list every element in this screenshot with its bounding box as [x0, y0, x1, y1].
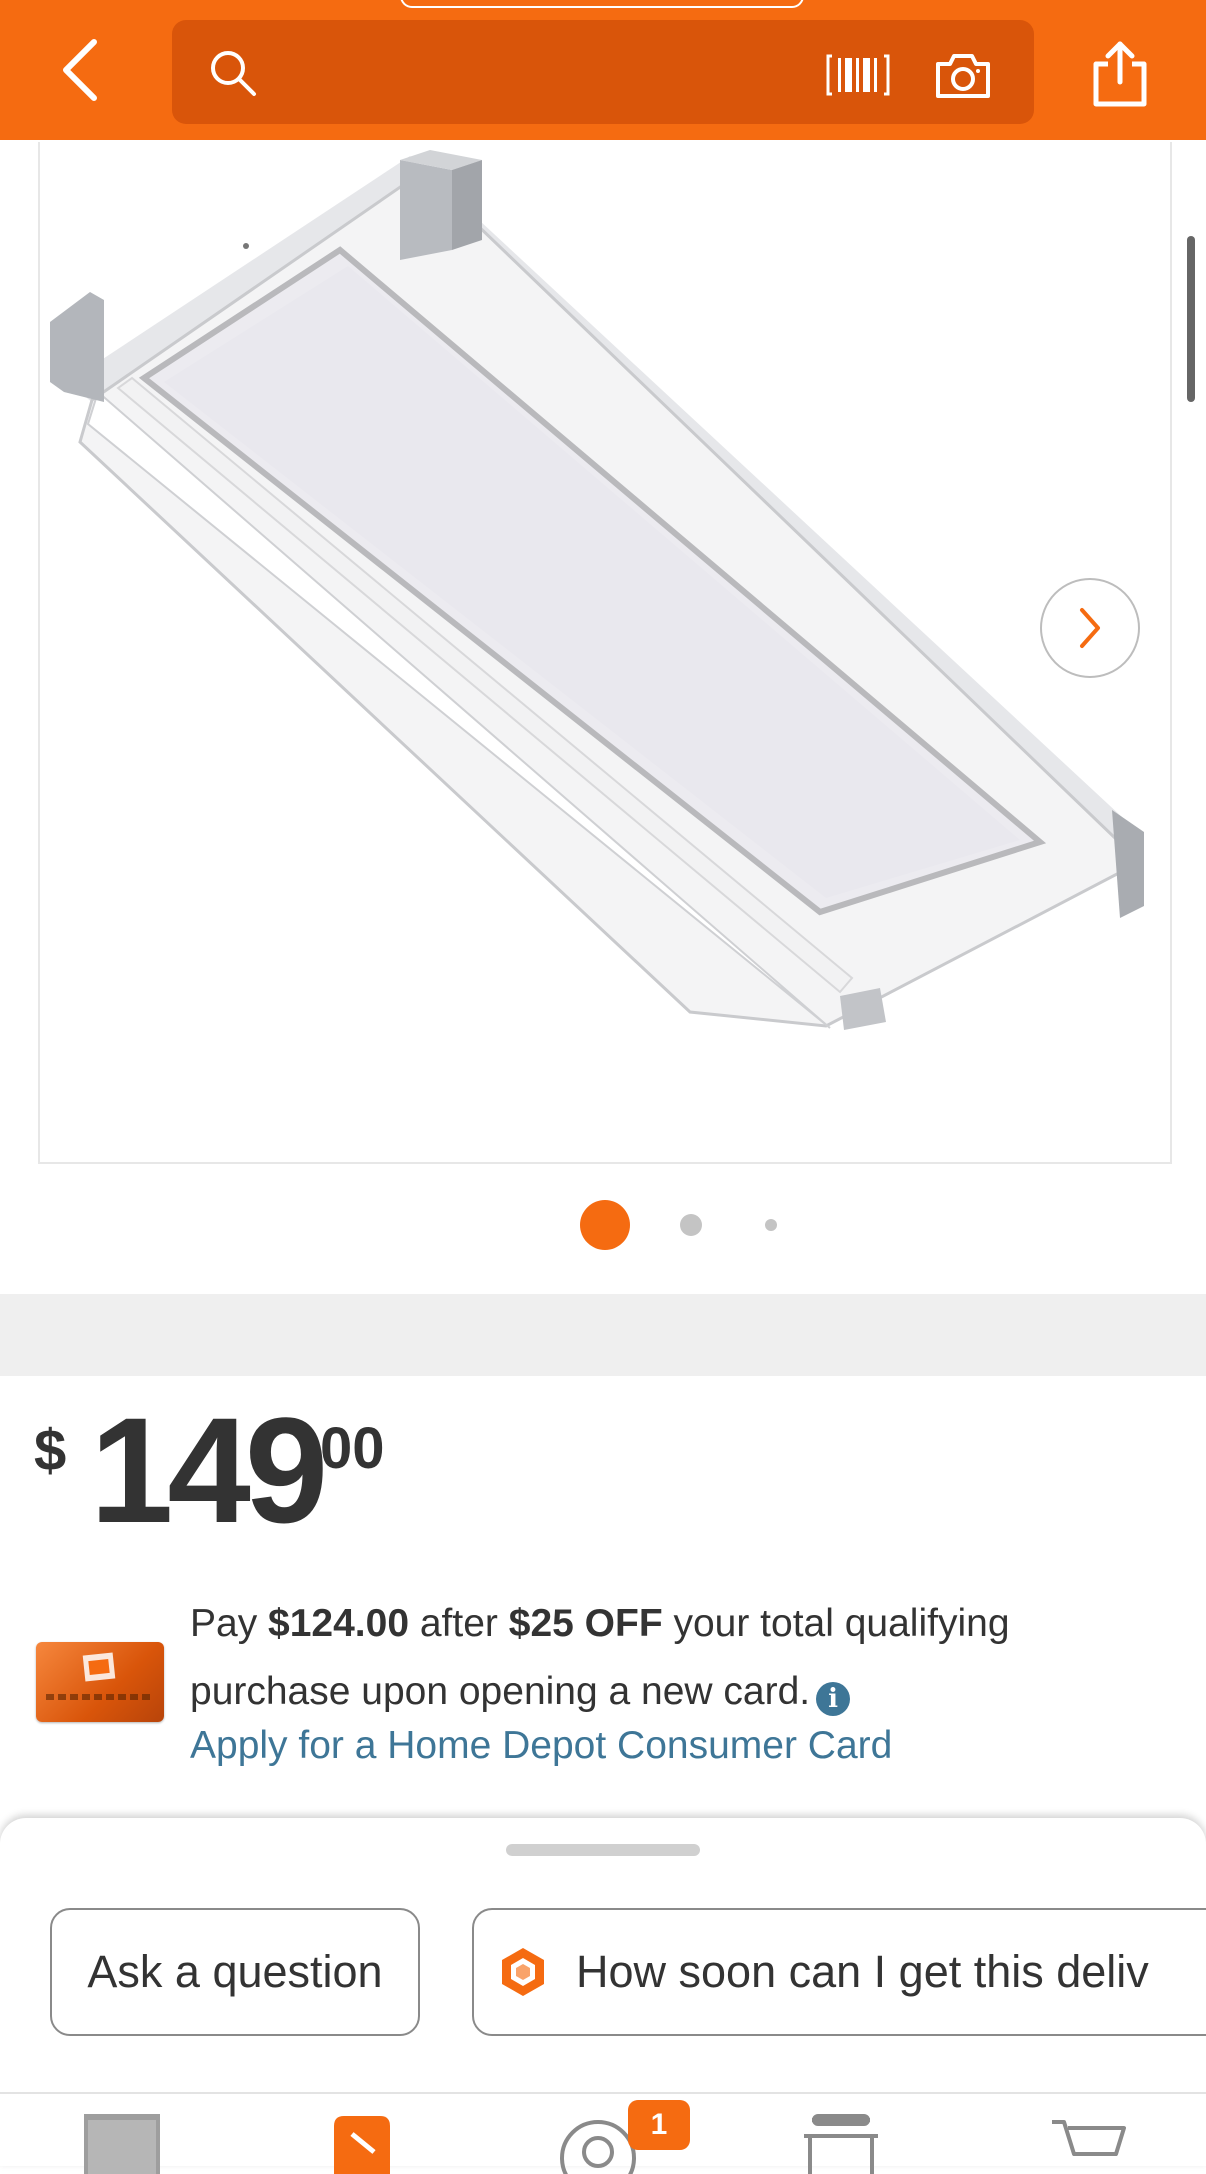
home-depot-logo-icon: [82, 1652, 116, 1682]
sheet-handle[interactable]: [506, 1844, 700, 1856]
card-number: [46, 1694, 154, 1700]
pagination-dot[interactable]: [680, 1214, 702, 1236]
search-bar[interactable]: [172, 20, 1034, 124]
search-icon: [211, 51, 256, 96]
card-promo-text: Pay $124.00 after $25 OFF your total qua…: [190, 1602, 1010, 1716]
next-image-button[interactable]: [1040, 578, 1140, 678]
promo-discount: $25 OFF: [508, 1602, 663, 1645]
lists-icon[interactable]: [330, 2114, 394, 2174]
divider: [0, 2092, 1206, 2094]
price-cents: 00: [320, 1416, 385, 1481]
status-notch: [400, 0, 804, 8]
share-icon: [1093, 41, 1147, 107]
nav-home[interactable]: [84, 2114, 160, 2174]
camera-icon[interactable]: [934, 50, 992, 100]
notification-badge: 1: [628, 2100, 690, 2150]
ask-question-chip[interactable]: Ask a question: [50, 1908, 420, 2036]
assistant-hexagon-icon: [502, 1948, 544, 1996]
barcode-icon[interactable]: [826, 50, 890, 100]
credit-card-image: [36, 1642, 164, 1722]
section-separator: [0, 1294, 1206, 1376]
search-input[interactable]: [272, 46, 876, 100]
price-currency: $: [34, 1418, 67, 1483]
share-button[interactable]: [1088, 38, 1152, 108]
back-icon: [63, 39, 97, 101]
promo-price: $124.00: [268, 1602, 410, 1645]
cart-icon[interactable]: [1050, 2114, 1126, 2174]
info-icon[interactable]: i: [816, 1682, 851, 1716]
image-pagination: [0, 1200, 1206, 1250]
product-image[interactable]: [40, 142, 1166, 1142]
apply-card-link[interactable]: Apply for a Home Depot Consumer Card: [190, 1724, 892, 1768]
scrollbar[interactable]: [1187, 236, 1195, 402]
delivery-question-chip[interactable]: How soon can I get this deliv: [472, 1908, 1206, 2036]
pagination-dot[interactable]: [765, 1219, 777, 1231]
store-icon[interactable]: [800, 2114, 882, 2174]
chevron-right-icon: [1080, 608, 1100, 648]
price-dollars: 149: [90, 1386, 328, 1554]
top-bar: [0, 0, 1206, 140]
back-button[interactable]: [48, 34, 120, 106]
pagination-dot-active[interactable]: [580, 1200, 630, 1250]
card-edge: [0, 1282, 1206, 1294]
